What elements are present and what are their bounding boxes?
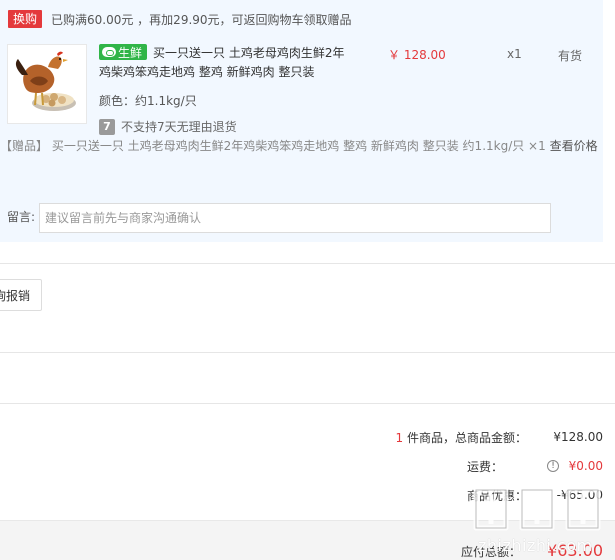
summary-count-label: 1 件商品，总商品金额： bbox=[396, 429, 527, 446]
shipping-fee: ¥0.00 bbox=[568, 459, 603, 473]
no-return-icon: 7 bbox=[99, 118, 115, 135]
invoice-button[interactable]: 询报销 bbox=[0, 279, 42, 311]
message-input[interactable] bbox=[39, 203, 551, 233]
divider bbox=[0, 403, 615, 404]
message-label: 留言: bbox=[7, 210, 36, 224]
product-price: ￥ 128.00 bbox=[388, 48, 446, 62]
promo-line: 换购 已购满60.00元 ，再加29.90元，可返回购物车领取赠品 bbox=[8, 9, 352, 29]
goods-total: ¥128.00 bbox=[553, 430, 603, 444]
summary-discount-row: 商品优惠： -¥65.00 bbox=[467, 486, 603, 504]
shipping-label: 运费： bbox=[466, 459, 503, 474]
product-title[interactable]: 买一只送一只 土鸡老母鸡肉生鲜2年鸡柴鸡笨鸡走地鸡 整鸡 新鲜鸡肉 整只装 bbox=[99, 44, 345, 82]
view-price-link[interactable]: 查看价格 bbox=[550, 139, 598, 153]
return-policy-text: 不支持7天无理由退货 bbox=[121, 120, 237, 134]
exchange-badge[interactable]: 换购 bbox=[8, 10, 43, 28]
gift-line: 【赠品】 买一只送一只 土鸡老母鸡肉生鲜2年鸡柴鸡笨鸡走地鸡 整鸡 新鲜鸡肉 整… bbox=[0, 137, 600, 155]
order-item-panel: 换购 已购满60.00元 ，再加29.90元，可返回购物车领取赠品 生鲜 买一只… bbox=[0, 0, 603, 242]
chicken-product-icon bbox=[8, 45, 86, 123]
gift-text: 买一只送一只 土鸡老母鸡肉生鲜2年鸡柴鸡笨鸡走地鸡 整鸡 新鲜鸡肉 整只装 约1… bbox=[51, 139, 546, 153]
info-icon[interactable]: ! bbox=[547, 460, 559, 472]
divider bbox=[0, 263, 615, 264]
item-count: 1 bbox=[395, 430, 404, 445]
summary-total-row: 1 件商品，总商品金额： ¥128.00 bbox=[396, 428, 603, 446]
count-suffix: 件商品，总商品金额： bbox=[406, 430, 527, 445]
promo-text: 已购满60.00元 ，再加29.90元，可返回购物车领取赠品 bbox=[51, 12, 352, 27]
product-quantity: x1 bbox=[507, 47, 522, 61]
discount-label: 商品优惠： bbox=[466, 488, 527, 503]
product-attribute: 颜色：约1.1kg/只 bbox=[99, 94, 197, 108]
return-policy: 7 不支持7天无理由退货 bbox=[99, 118, 237, 135]
discount-value: -¥65.00 bbox=[556, 488, 603, 502]
summary-shipping-row: 运费： ! ¥0.00 bbox=[467, 457, 603, 475]
divider bbox=[0, 352, 615, 353]
watermark-text: zhizhizhi.com bbox=[478, 536, 593, 555]
stock-status: 有货 bbox=[558, 49, 583, 63]
gift-tag: 【赠品】 bbox=[0, 139, 49, 153]
product-image[interactable] bbox=[7, 44, 87, 124]
